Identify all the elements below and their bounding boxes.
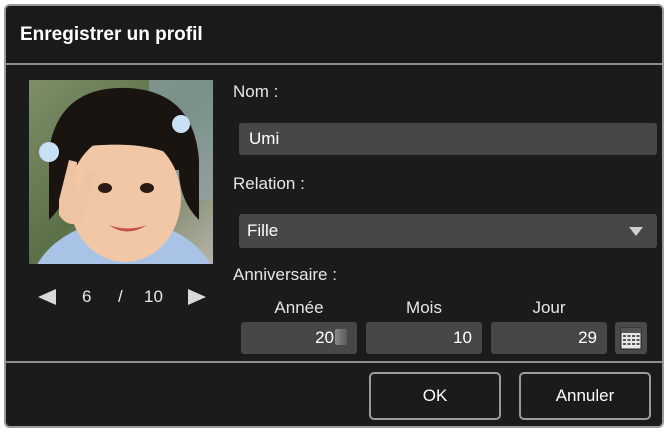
dialog-title: Enregistrer un profil: [20, 24, 203, 45]
profile-photo: [29, 80, 213, 264]
day-input[interactable]: 29: [491, 322, 607, 354]
day-label: Jour: [532, 298, 566, 317]
page-separator: /: [118, 287, 123, 306]
footer-divider: [6, 361, 662, 363]
birthday-label: Anniversaire :: [233, 265, 337, 284]
chevron-down-icon: [629, 227, 643, 236]
total-pages: 10: [144, 287, 163, 306]
year-label: Année: [274, 298, 324, 317]
calendar-icon: [620, 327, 642, 350]
cancel-button[interactable]: Annuler: [519, 372, 651, 420]
ok-button[interactable]: OK: [369, 372, 501, 420]
redacted-digits: [335, 329, 347, 345]
calendar-button[interactable]: [615, 322, 647, 354]
portrait-photo-icon: [29, 80, 213, 264]
year-input[interactable]: 20: [241, 322, 357, 354]
relation-selected-value: Fille: [247, 221, 279, 240]
previous-arrow-icon[interactable]: [38, 289, 56, 305]
year-value: 20: [315, 328, 334, 347]
next-arrow-icon[interactable]: [188, 289, 206, 305]
name-label: Nom :: [233, 82, 279, 101]
month-label: Mois: [406, 298, 442, 317]
register-profile-dialog: Enregistrer un profil 6 / 10 Nom: Umi R…: [4, 4, 664, 428]
current-page: 6: [82, 287, 92, 306]
name-input[interactable]: Umi: [239, 123, 657, 155]
photo-pager: 6 / 10: [34, 285, 214, 309]
title-bar: Enregistrer un profil: [6, 6, 662, 65]
relation-label: Relation :: [233, 174, 305, 193]
month-input[interactable]: 10: [366, 322, 482, 354]
relation-select[interactable]: Fille: [239, 214, 657, 248]
